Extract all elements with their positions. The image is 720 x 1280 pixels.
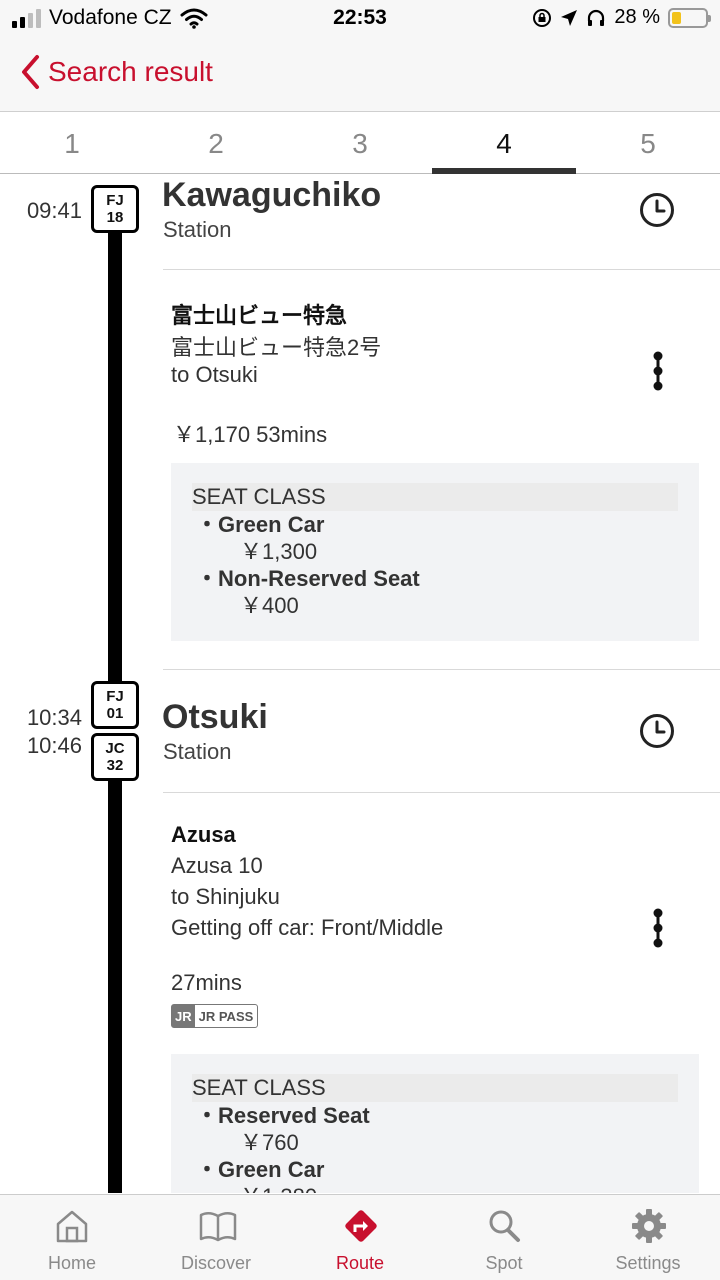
- divider: [163, 669, 720, 670]
- jr-pass-badge: JR JR PASS: [171, 1004, 259, 1028]
- seat-price: ￥1,380: [192, 1183, 678, 1193]
- seat-price: ￥400: [240, 593, 299, 618]
- badge-line: FJ: [106, 192, 124, 209]
- battery-percent: 28 %: [614, 6, 660, 28]
- station-type: Station: [163, 217, 232, 242]
- tab-2[interactable]: 2: [144, 112, 288, 173]
- tab-spot[interactable]: Spot: [432, 1195, 576, 1280]
- train-destination: to Otsuki: [171, 362, 258, 387]
- divider: [163, 792, 720, 793]
- badge-line: JC: [105, 740, 125, 757]
- tab-home[interactable]: Home: [0, 1195, 144, 1280]
- seat-price: ￥1,300: [240, 539, 318, 564]
- seat-option: ・Non-Reserved Seat: [196, 566, 420, 591]
- station-type: Station: [163, 739, 232, 764]
- badge-number: 32: [106, 757, 124, 774]
- back-button[interactable]: Search result: [20, 54, 213, 90]
- station-name[interactable]: Otsuki: [162, 698, 268, 737]
- duration: 27mins: [171, 970, 242, 995]
- chevron-left-icon: [22, 55, 39, 89]
- train-name: 富士山ビュー特急: [171, 303, 348, 328]
- tab-label: Discover: [180, 1253, 251, 1273]
- divider: [163, 269, 720, 270]
- getting-off-car: Getting off car: Front/Middle: [171, 915, 444, 940]
- timeline-line: [108, 775, 122, 1193]
- tab-5[interactable]: 5: [576, 112, 720, 173]
- route-detail[interactable]: 09:41 FJ 18 Kawaguchiko Station 富士山ビュー特急…: [0, 175, 720, 1193]
- tab-3[interactable]: 3: [288, 112, 432, 173]
- train-service: Azusa 10: [171, 853, 263, 878]
- seat-price: ￥760: [240, 1130, 299, 1155]
- station-code-badge: FJ 01: [91, 681, 139, 729]
- headphones-icon: [588, 9, 605, 26]
- book-icon: [199, 1212, 237, 1242]
- seat-class-title: SEAT CLASS: [192, 1074, 678, 1102]
- gear-icon: [632, 1209, 666, 1243]
- tab-label: Settings: [615, 1253, 681, 1273]
- tab-route[interactable]: Route: [288, 1195, 432, 1280]
- badge-number: 01: [106, 705, 124, 722]
- timetable-clock-icon[interactable]: [639, 713, 675, 749]
- battery-icon: [668, 7, 711, 28]
- location-arrow-icon: [561, 9, 578, 26]
- seat-option: ・Green Car: [196, 1157, 325, 1182]
- tab-label: Spot: [485, 1253, 523, 1273]
- seat-option: ・Reserved Seat: [196, 1103, 370, 1128]
- tab-4[interactable]: 4: [432, 112, 576, 174]
- badge-line: FJ: [106, 688, 124, 705]
- more-options-icon[interactable]: [652, 351, 664, 391]
- station-code-badge: FJ 18: [91, 185, 139, 233]
- seat-class-title: SEAT CLASS: [192, 483, 678, 511]
- seat-option: ・Green Car: [196, 512, 325, 537]
- tab-discover[interactable]: Discover: [144, 1195, 288, 1280]
- tab-settings[interactable]: Settings: [576, 1195, 720, 1280]
- bottom-tab-bar: Home Discover Route Spot Settings: [0, 1194, 720, 1280]
- search-icon: [489, 1210, 520, 1242]
- station-name[interactable]: Kawaguchiko: [162, 176, 381, 215]
- tab-label: Home: [47, 1253, 96, 1273]
- departure-time: 10:46: [26, 733, 82, 758]
- more-options-icon[interactable]: [652, 908, 664, 948]
- station-code-badge: JC 32: [91, 733, 139, 781]
- nav-bar: Search result: [0, 40, 720, 112]
- timeline-line: [108, 230, 122, 685]
- rotation-lock-icon: [533, 8, 552, 27]
- train-name: Azusa: [171, 822, 236, 847]
- home-icon: [56, 1210, 88, 1243]
- train-destination: to Shinjuku: [171, 884, 280, 909]
- seat-class-box: SEAT CLASS ・Green Car ￥1,300 ・Non-Reserv…: [171, 463, 699, 641]
- fare-duration: ￥1,170 53mins: [173, 422, 328, 447]
- back-label: Search result: [48, 56, 213, 87]
- jr-logo: JR: [172, 1005, 195, 1027]
- jr-pass-label: JR PASS: [198, 1008, 254, 1024]
- route-tabs: 1 2 3 4 5: [0, 112, 720, 174]
- tab-label: Route: [335, 1253, 385, 1273]
- arrival-time: 10:34: [26, 705, 82, 730]
- badge-number: 18: [106, 209, 124, 226]
- tab-1[interactable]: 1: [0, 112, 144, 173]
- route-icon: [345, 1210, 377, 1242]
- departure-time: 09:41: [26, 198, 82, 223]
- status-bar: Vodafone CZ 22:53 28 %: [0, 0, 720, 40]
- timetable-clock-icon[interactable]: [639, 192, 675, 228]
- train-service: 富士山ビュー特急2号: [171, 335, 382, 360]
- seat-class-box: SEAT CLASS ・Reserved Seat ￥760 ・Green Ca…: [171, 1054, 699, 1193]
